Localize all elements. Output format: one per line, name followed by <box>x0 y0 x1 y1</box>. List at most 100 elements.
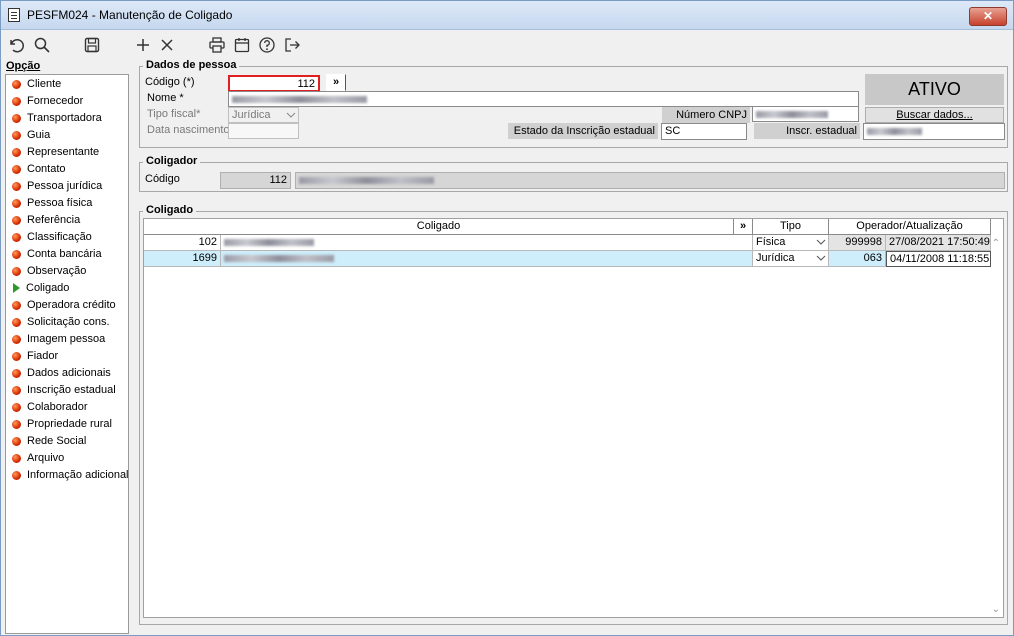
sidebar-item-label: Cliente <box>27 78 62 90</box>
bullet-icon <box>12 96 21 106</box>
save-icon[interactable] <box>81 34 103 56</box>
undo-icon[interactable] <box>5 34 27 56</box>
bullet-icon <box>12 402 21 412</box>
col-header-tipo[interactable]: Tipo <box>753 219 829 235</box>
chevron-down-icon <box>816 239 826 245</box>
estado-inscricao-field[interactable]: SC <box>661 123 747 140</box>
sidebar-item-transportadora[interactable]: Transportadora <box>12 110 102 126</box>
sidebar-item-pessoa-juridica[interactable]: Pessoa jurídica <box>12 178 102 194</box>
numero-cnpj-field[interactable] <box>752 106 859 122</box>
sidebar-item-rede-social[interactable]: Rede Social <box>12 433 86 449</box>
buscar-dados-button[interactable]: Buscar dados... <box>865 107 1004 123</box>
sidebar-item-colaborador[interactable]: Colaborador <box>12 399 88 415</box>
row-tipo: Física <box>756 236 786 248</box>
coligador-codigo-field: 112 <box>220 172 291 189</box>
sidebar-item-label: Conta bancária <box>27 248 102 260</box>
col-header-expand[interactable]: » <box>734 219 753 235</box>
sidebar-item-inscricao-estadual[interactable]: Inscrição estadual <box>12 382 116 398</box>
bullet-icon <box>12 164 21 174</box>
sidebar-item-observacao[interactable]: Observação <box>12 263 86 279</box>
sidebar-item-label: Pessoa física <box>27 197 93 209</box>
chevron-down-icon <box>816 255 826 261</box>
sidebar-item-arquivo[interactable]: Arquivo <box>12 450 64 466</box>
scroll-up-icon[interactable]: ⌃ <box>992 238 1000 249</box>
bullet-icon <box>12 198 21 208</box>
bullet-icon <box>12 334 21 344</box>
title-bar: PESFM024 - Manutenção de Coligado ✕ <box>1 1 1013 30</box>
sidebar-item-dados-adicionais[interactable]: Dados adicionais <box>12 365 111 381</box>
sidebar-item-pessoa-fisica[interactable]: Pessoa física <box>12 195 92 211</box>
sidebar-item-informacao-adicional[interactable]: Informação adicional <box>12 467 129 483</box>
bullet-icon <box>12 266 21 276</box>
row-tipo-select[interactable]: Jurídica <box>753 251 829 267</box>
search-icon[interactable] <box>31 34 53 56</box>
inscr-estadual-field[interactable] <box>863 123 1005 140</box>
row-tipo-select[interactable]: Física <box>753 235 829 251</box>
sidebar-item-fiador[interactable]: Fiador <box>12 348 58 364</box>
cnpj-value-redacted <box>756 110 828 118</box>
sidebar-item-operadora-credito[interactable]: Operadora crédito <box>12 297 116 313</box>
inscr-estadual-label: Inscr. estadual <box>754 123 860 139</box>
bullet-icon <box>12 147 21 157</box>
sidebar-item-label: Fornecedor <box>27 95 84 107</box>
row-tipo: Jurídica <box>756 252 795 264</box>
close-button[interactable]: ✕ <box>969 7 1007 26</box>
sidebar-item-propriedade-rural[interactable]: Propriedade rural <box>12 416 112 432</box>
table-row[interactable]: 102 Física 999998 27/08/2021 17:50:49 <box>144 235 992 251</box>
table-row[interactable]: 1699 Jurídica 063 04/11/2008 11:18:55 <box>144 251 992 267</box>
bullet-icon <box>12 215 21 225</box>
sidebar-item-contato[interactable]: Contato <box>12 161 66 177</box>
scroll-down-icon[interactable]: ⌄ <box>992 604 1000 615</box>
sidebar-item-imagem-pessoa[interactable]: Imagem pessoa <box>12 331 105 347</box>
window-title: PESFM024 - Manutenção de Coligado <box>27 8 233 22</box>
coligador-title: Coligador <box>143 155 201 167</box>
sidebar-item-referencia[interactable]: Referência <box>12 212 80 228</box>
sidebar-item-label: Colaborador <box>27 401 88 413</box>
sidebar-item-conta-bancaria[interactable]: Conta bancária <box>12 246 102 262</box>
sidebar-item-fornecedor[interactable]: Fornecedor <box>12 93 83 109</box>
sidebar-item-classificacao[interactable]: Classificação <box>12 229 92 245</box>
sidebar-item-label: Rede Social <box>27 435 87 447</box>
sidebar-item-coligado[interactable]: Coligado <box>12 280 69 296</box>
col-header-operador[interactable]: Operador/Atualização <box>829 219 991 235</box>
sidebar-item-guia[interactable]: Guia <box>12 127 50 143</box>
codigo-expand-button[interactable]: » <box>326 74 346 91</box>
bullet-icon <box>12 470 21 480</box>
bullet-icon <box>12 351 21 361</box>
col-header-coligado[interactable]: Coligado <box>144 219 734 235</box>
nome-label: Nome * <box>147 92 184 104</box>
sidebar-item-cliente[interactable]: Cliente <box>12 76 61 92</box>
bullet-icon <box>12 181 21 191</box>
help-icon[interactable] <box>256 34 278 56</box>
nome-field[interactable] <box>228 91 859 107</box>
codigo-field[interactable]: 112 <box>228 75 320 92</box>
numero-cnpj-label: Número CNPJ <box>662 107 750 123</box>
sidebar-item-label: Classificação <box>27 231 92 243</box>
dados-pessoa-title: Dados de pessoa <box>143 59 240 71</box>
inscr-value-redacted <box>867 127 922 135</box>
exit-icon[interactable] <box>281 34 303 56</box>
sidebar-item-label: Observação <box>27 265 87 277</box>
sidebar-item-label: Representante <box>27 146 100 158</box>
options-sidebar: Opção Cliente Fornecedor Transportadora Gui… <box>3 59 129 635</box>
row-atualizacao[interactable]: 04/11/2008 11:18:55 <box>886 251 991 267</box>
tipo-fiscal-label: Tipo fiscal* <box>147 108 201 120</box>
tipo-fiscal-select[interactable]: Jurídica <box>228 107 299 123</box>
sidebar-item-representante[interactable]: Representante <box>12 144 99 160</box>
row-coligado <box>221 235 753 251</box>
calendar-icon[interactable] <box>231 34 253 56</box>
print-icon[interactable] <box>206 34 228 56</box>
bullet-icon <box>12 436 21 446</box>
sidebar-item-label: Guia <box>27 129 51 141</box>
row-operador: 063 <box>829 251 886 267</box>
estado-inscricao-label: Estado da Inscrição estadual <box>508 123 658 139</box>
sidebar-item-solicitacao-cons[interactable]: Solicitação cons. <box>12 314 110 330</box>
data-nascimento-field[interactable] <box>228 123 299 139</box>
bullet-icon <box>12 385 21 395</box>
document-icon <box>8 8 20 22</box>
bullet-icon <box>12 300 21 310</box>
add-icon[interactable] <box>132 34 154 56</box>
sidebar-item-label: Coligado <box>26 282 70 294</box>
play-icon <box>13 283 20 293</box>
delete-icon[interactable] <box>156 34 178 56</box>
